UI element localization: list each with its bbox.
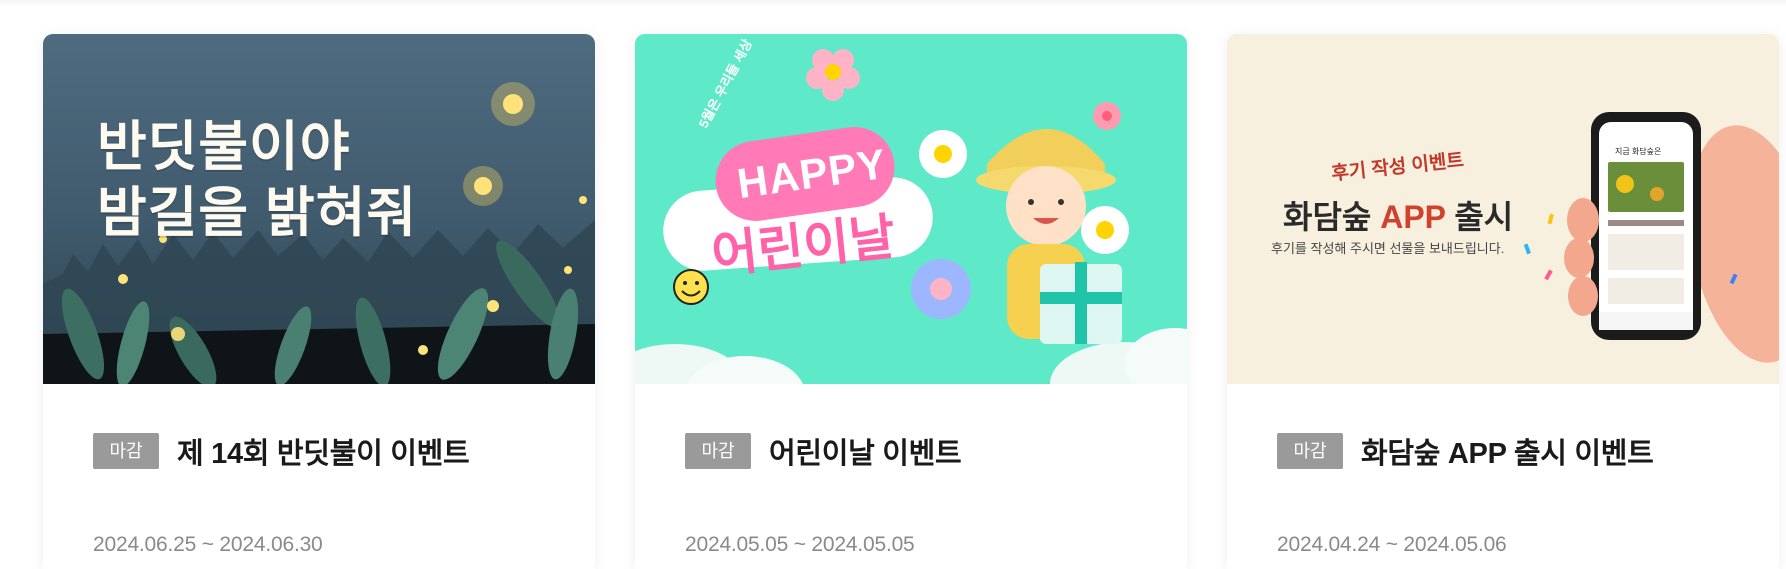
event-date-range: 2024.04.24 ~ 2024.05.06 [1277, 533, 1507, 556]
event-title-row: 마감 어린이날 이벤트 [685, 430, 962, 472]
phone-screen-header: 지금 화담숲은 [1615, 147, 1662, 156]
event-thumbnail-firefly[interactable]: 반딧불이야 밤길을 밝혀줘 [43, 34, 595, 384]
header-divider [0, 0, 1786, 6]
event-date-range: 2024.06.25 ~ 2024.06.30 [93, 533, 323, 556]
event-date-range: 2024.05.05 ~ 2024.05.05 [685, 533, 915, 556]
banner-headline-line2: 밤길을 밝혀줘 [97, 183, 418, 243]
event-title[interactable]: 제 14회 반딧불이 이벤트 [177, 430, 470, 472]
banner-headline: 화담숲 APP 출시 [1283, 199, 1514, 235]
event-title-row: 마감 화담숲 APP 출시 이벤트 [1277, 430, 1654, 472]
status-badge: 마감 [1277, 433, 1343, 469]
event-title[interactable]: 화담숲 APP 출시 이벤트 [1361, 430, 1654, 472]
event-card-firefly[interactable]: 반딧불이야 밤길을 밝혀줘 마감 제 14회 반딧불이 이벤트 2024.06.… [43, 34, 595, 569]
event-card-app-launch[interactable]: 후기 작성 이벤트 화담숲 APP 출시 후기를 작성해 주시면 선물을 보내드… [1227, 34, 1779, 569]
banner-description: 후기를 작성해 주시면 선물을 보내드립니다. [1271, 241, 1505, 256]
status-badge: 마감 [93, 433, 159, 469]
event-thumbnail-childrens-day[interactable]: 5월은 우리들 세상 HAPPY 어린이날 [635, 34, 1187, 384]
event-thumbnail-app-launch[interactable]: 후기 작성 이벤트 화담숲 APP 출시 후기를 작성해 주시면 선물을 보내드… [1227, 34, 1779, 384]
event-title[interactable]: 어린이날 이벤트 [769, 430, 962, 472]
event-list-page: 반딧불이야 밤길을 밝혀줘 마감 제 14회 반딧불이 이벤트 2024.06.… [0, 0, 1786, 569]
event-title-row: 마감 제 14회 반딧불이 이벤트 [93, 430, 470, 472]
status-badge: 마감 [685, 433, 751, 469]
flower-icon [806, 49, 860, 101]
event-card-childrens-day[interactable]: 5월은 우리들 세상 HAPPY 어린이날 마감 어린이날 이벤트 2024.0… [635, 34, 1187, 569]
